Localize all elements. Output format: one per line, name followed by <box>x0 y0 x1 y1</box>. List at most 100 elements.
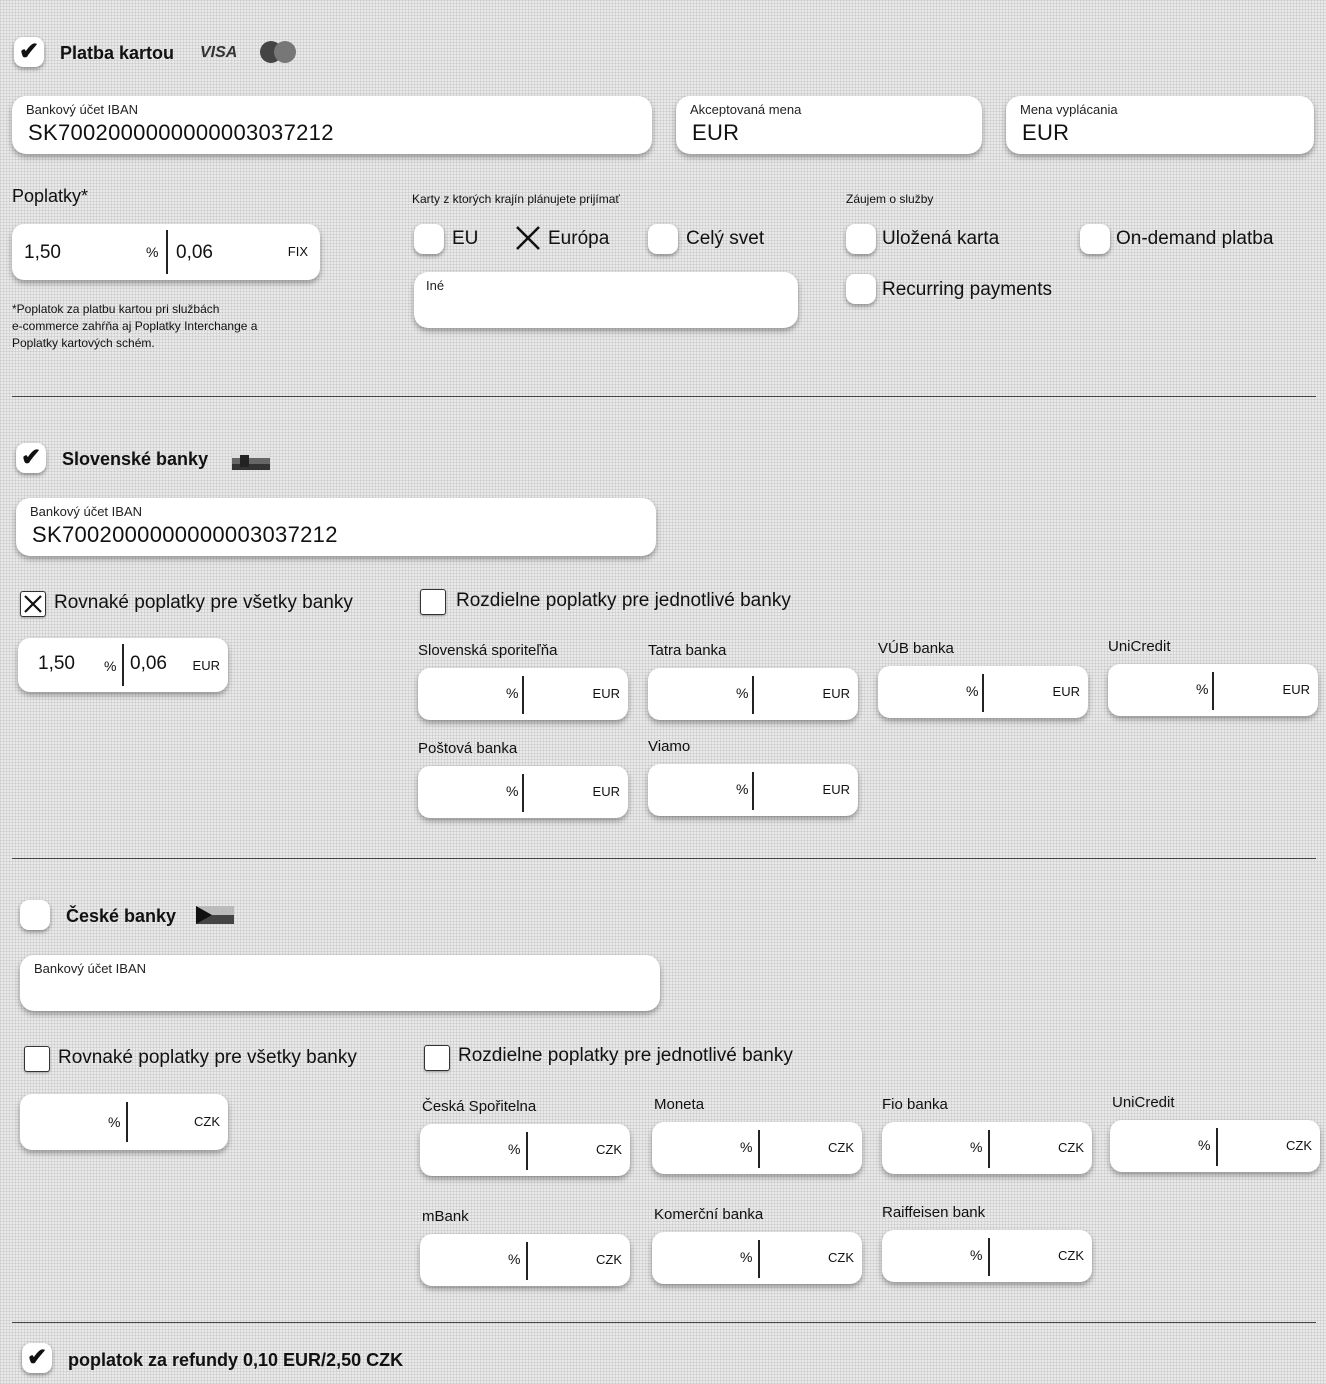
fee-divider <box>526 1132 528 1170</box>
pct-unit: % <box>736 781 749 797</box>
cz-bank-label: mBank <box>422 1208 469 1225</box>
sk-bank-label: VÚB banka <box>878 640 954 657</box>
cz-bank-fee-input[interactable]: % CZK <box>1110 1120 1320 1172</box>
fee-divider <box>522 676 524 714</box>
cz-bank-fee-input[interactable]: % CZK <box>420 1234 630 1286</box>
visa-logo: VISA <box>200 44 238 61</box>
card-fee-input[interactable]: 1,50 % 0,06 FIX <box>12 224 320 280</box>
cz-bank-fee-input[interactable]: % CZK <box>652 1232 862 1284</box>
fee-divider <box>1212 672 1214 710</box>
sk-bank-fee-input[interactable]: % EUR <box>878 666 1088 718</box>
mastercard-icon <box>258 40 298 64</box>
fee-divider <box>522 774 524 812</box>
fee-divider <box>126 1102 128 1142</box>
pct-unit: % <box>970 1247 983 1263</box>
currency-unit: CZK <box>828 1250 854 1265</box>
currency-unit: EUR <box>592 686 620 701</box>
pct-unit: % <box>966 683 979 699</box>
card-payment-checkbox[interactable]: ✔ <box>14 37 44 67</box>
sk-bank-fee-input[interactable]: % EUR <box>418 766 628 818</box>
cz-same-fees-label: Rovnaké poplatky pre všetky banky <box>58 1047 357 1068</box>
card-iban-label: Bankový účet IBAN <box>26 102 138 117</box>
cz-diff-fees-checkbox[interactable] <box>424 1045 450 1071</box>
sk-common-fee-pct: 1,50 <box>38 653 75 674</box>
pct-unit: % <box>108 1114 121 1130</box>
currency-unit: CZK <box>596 1142 622 1157</box>
cz-iban-field[interactable]: Bankový účet IBAN <box>20 955 660 1011</box>
sk-common-fee-divider <box>122 644 124 686</box>
cz-bank-fee-input[interactable]: % CZK <box>652 1122 862 1174</box>
cz-diff-fees-label: Rozdielne poplatky pre jednotlivé banky <box>458 1045 793 1066</box>
sk-common-fee-pct-unit: % <box>104 658 117 674</box>
fee-divider <box>526 1242 528 1280</box>
region-europe-checkbox[interactable] <box>514 224 542 252</box>
currency-unit: EUR <box>1282 682 1310 697</box>
fee-divider <box>1216 1128 1218 1166</box>
currency-unit: EUR <box>1052 684 1080 699</box>
sk-same-fees-checkbox[interactable] <box>20 591 46 617</box>
pct-unit: % <box>1198 1137 1211 1153</box>
cz-bank-fee-input[interactable]: % CZK <box>882 1230 1092 1282</box>
sk-banks-checkbox[interactable]: ✔ <box>16 443 46 473</box>
fee-divider <box>988 1130 990 1168</box>
region-eu-checkbox[interactable] <box>414 224 444 254</box>
sk-diff-fees-checkbox[interactable] <box>420 589 446 615</box>
currency-unit: EUR <box>592 784 620 799</box>
pct-unit: % <box>736 685 749 701</box>
sk-iban-field[interactable]: Bankový účet IBAN SK70020000000000030372… <box>16 498 656 556</box>
card-fee-divider <box>166 230 168 274</box>
refund-checkbox[interactable]: ✔ <box>22 1343 52 1373</box>
cz-bank-fee-input[interactable]: % CZK <box>420 1124 630 1176</box>
currency-unit: CZK <box>194 1114 220 1129</box>
sk-flag-icon <box>232 452 270 470</box>
regions-label: Karty z ktorých krajín plánujete prijíma… <box>412 192 620 206</box>
sk-bank-label: Tatra banka <box>648 642 727 659</box>
service-saved-checkbox[interactable] <box>846 224 876 254</box>
cz-bank-label: Česká Spořitelna <box>422 1098 537 1115</box>
currency-unit: CZK <box>1058 1248 1084 1263</box>
service-recurring-checkbox[interactable] <box>846 274 876 304</box>
cz-flag-icon <box>196 906 234 924</box>
sk-bank-label: UniCredit <box>1108 638 1171 655</box>
payout-currency-field[interactable]: Mena vyplácania EUR <box>1006 96 1314 154</box>
card-fee-fix: 0,06 <box>176 242 213 263</box>
sk-bank-label: Slovenská sporiteľňa <box>418 642 558 659</box>
sk-common-fee-fix: 0,06 <box>130 653 167 674</box>
service-ondemand-checkbox[interactable] <box>1080 224 1110 254</box>
sk-bank-label: Poštová banka <box>418 740 518 757</box>
cz-common-fee-input[interactable]: % CZK <box>20 1094 228 1150</box>
sk-bank-fee-input[interactable]: % EUR <box>648 668 858 720</box>
cz-bank-fee-input[interactable]: % CZK <box>882 1122 1092 1174</box>
sk-common-fee-currency: EUR <box>192 658 220 673</box>
card-footnote-1: *Poplatok za platbu kartou pri službách <box>12 302 220 316</box>
card-iban-field[interactable]: Bankový účet IBAN SK70020000000000030372… <box>12 96 652 154</box>
sk-banks-title: Slovenské banky <box>62 449 209 469</box>
pct-unit: % <box>740 1139 753 1155</box>
cz-iban-label: Bankový účet IBAN <box>34 961 146 976</box>
divider-1 <box>12 396 1316 397</box>
sk-bank-fee-input[interactable]: % EUR <box>1108 664 1318 716</box>
cz-bank-label: Moneta <box>654 1096 705 1113</box>
cz-banks-checkbox[interactable] <box>20 900 50 930</box>
card-footnote-2: e-commerce zahŕňa aj Poplatky Interchang… <box>12 319 258 333</box>
currency-unit: CZK <box>1058 1140 1084 1155</box>
pct-unit: % <box>1196 681 1209 697</box>
sk-diff-fees-label: Rozdielne poplatky pre jednotlivé banky <box>456 590 791 611</box>
currency-unit: CZK <box>1286 1138 1312 1153</box>
divider-2 <box>12 858 1316 859</box>
fee-divider <box>752 772 754 810</box>
payout-currency-value: EUR <box>1022 120 1070 145</box>
service-saved-label: Uložená karta <box>882 228 1000 249</box>
cz-bank-label: Raiffeisen bank <box>882 1204 986 1221</box>
other-regions-field[interactable]: Iné <box>414 272 798 328</box>
cz-same-fees-checkbox[interactable] <box>24 1046 50 1072</box>
region-world-label: Celý svet <box>686 228 765 249</box>
accepted-currency-field[interactable]: Akceptovaná mena EUR <box>676 96 982 154</box>
region-world-checkbox[interactable] <box>648 224 678 254</box>
sk-bank-fee-input[interactable]: % EUR <box>648 764 858 816</box>
sk-bank-fee-input[interactable]: % EUR <box>418 668 628 720</box>
sk-common-fee-input[interactable]: 1,50 % 0,06 EUR <box>18 638 228 692</box>
region-eu-label: EU <box>452 228 479 249</box>
card-fee-fix-unit: FIX <box>287 244 308 259</box>
service-ondemand-label: On-demand platba <box>1116 228 1274 249</box>
